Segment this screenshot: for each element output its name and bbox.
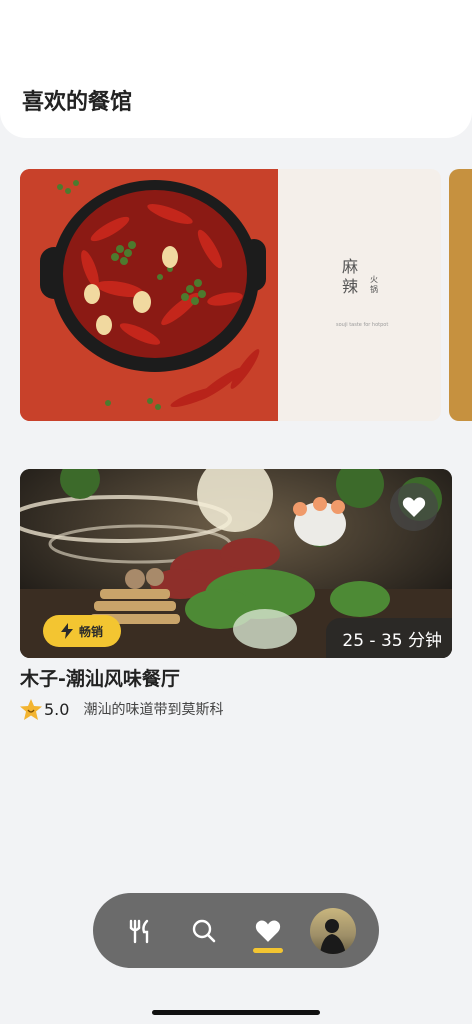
favorite-button[interactable] (390, 483, 438, 531)
promo-brand-panel: 麻辣 火锅 souji taste for hotpot (278, 169, 441, 421)
lightning-icon (60, 623, 73, 639)
delivery-time: 25 - 35 分钟 (326, 618, 452, 658)
restaurant-description: 潮汕的味道带到莫斯科 (83, 702, 224, 718)
home-indicator[interactable] (152, 1010, 320, 1015)
promo-card-hotpot[interactable]: 麻辣 火锅 souji taste for hotpot (20, 169, 441, 421)
star-icon (20, 698, 42, 720)
nav-favorites[interactable] (243, 906, 293, 956)
rating-value: 5.0 (44, 699, 70, 719)
brand-name: 麻辣 (342, 257, 359, 296)
promo-carousel[interactable]: 麻辣 火锅 souji taste for hotpot (20, 169, 472, 421)
restaurant-name[interactable]: 木子-潮汕风味餐厅 (20, 664, 180, 691)
nav-profile[interactable] (308, 906, 358, 956)
brand-subtitle: 火锅 (370, 275, 378, 294)
page-title: 喜欢的餐馆 (22, 90, 133, 115)
hotpot-image (20, 169, 278, 421)
brand-tagline: souji taste for hotpot (336, 322, 389, 328)
search-icon (192, 919, 216, 942)
promo-card-next[interactable] (449, 169, 472, 421)
bestseller-label: 畅销 (78, 624, 103, 639)
nav-restaurants[interactable] (114, 906, 164, 956)
restaurant-meta: 5.0 潮汕的味道带到莫斯科 (20, 698, 223, 720)
heart-icon (256, 920, 281, 942)
header: 喜欢的餐馆 (0, 0, 472, 138)
active-tab-indicator (253, 947, 284, 953)
bottom-nav (93, 893, 379, 968)
bestseller-badge: 畅销 (43, 615, 121, 647)
nav-search[interactable] (179, 906, 229, 956)
heart-icon (402, 497, 426, 517)
avatar (309, 907, 356, 954)
fork-knife-icon (130, 919, 149, 943)
restaurant-card[interactable]: 畅销 25 - 35 分钟 (20, 469, 452, 658)
